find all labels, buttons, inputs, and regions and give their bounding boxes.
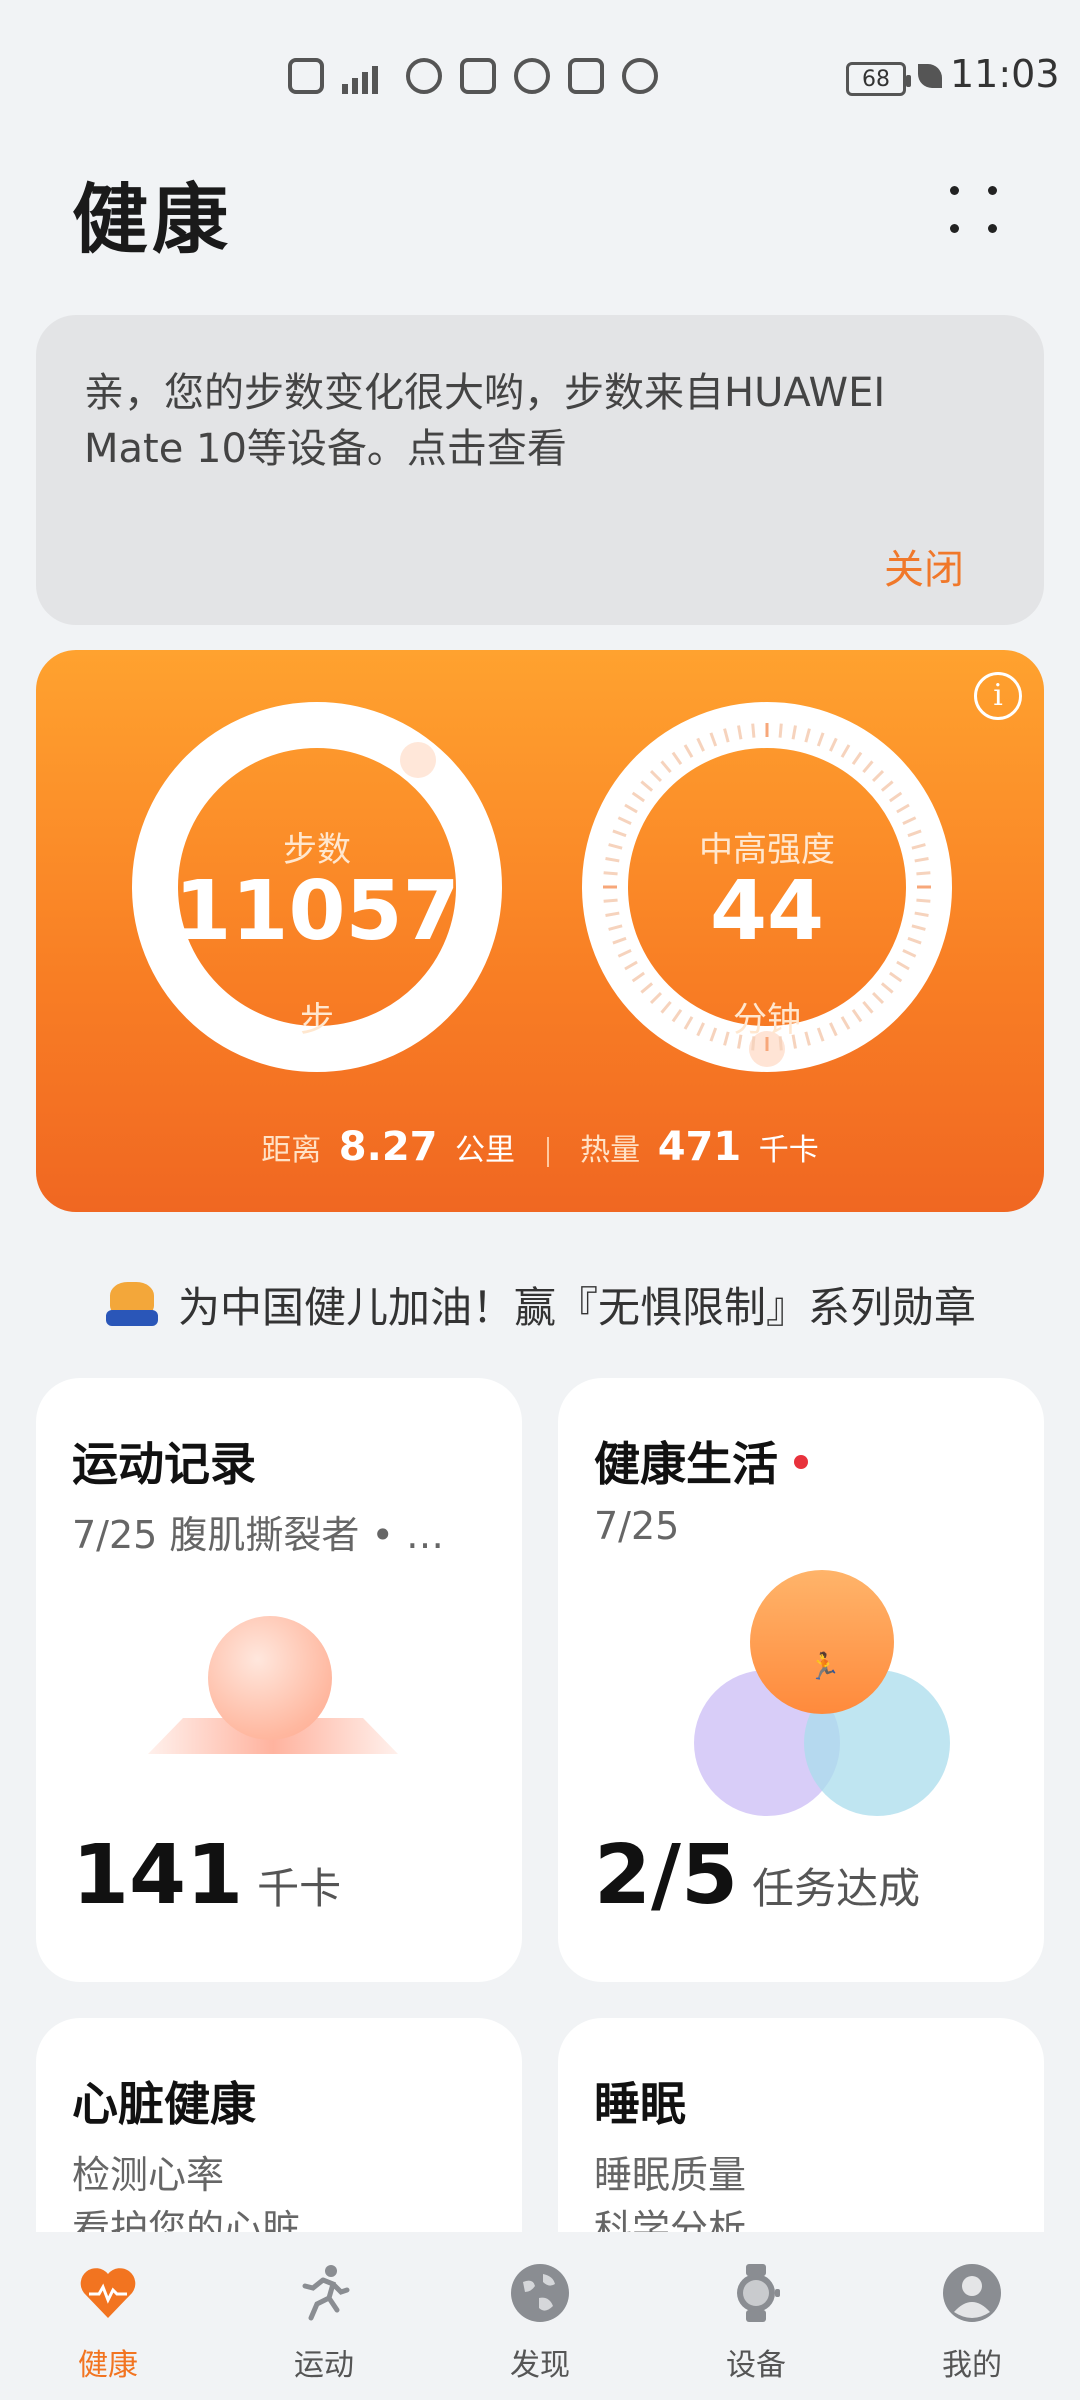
watch-icon [737,2264,780,2322]
healthy-life-subtitle: 7/25 [594,1504,680,1548]
healthy-life-tile[interactable]: 健康生活 7/25 🏃 2/5 任务达成 [558,1378,1044,1982]
bottom-navigation: 健康 运动 发现 设备 我的 [0,2232,1080,2400]
steps-value: 11057 [174,864,460,959]
step-notice-card[interactable]: 亲，您的步数变化很大哟，步数来自HUAWEI Mate 10等设备。点击查看 关… [36,315,1044,625]
healthy-life-title: 健康生活 [594,1428,808,1494]
health-app-screen: 68 11:03 健康 亲，您的步数变化很大哟，步数来自HUAWEI Mate … [0,0,1080,2400]
banner-text: 为中国健儿加油！赢『无惧限制』系列勋章 [177,1282,976,1332]
bank-icon [514,58,550,94]
nav-label-devices: 设备 [726,2348,786,2383]
notice-text: 亲，您的步数变化很大哟，步数来自HUAWEI Mate 10等设备。点击查看 [84,370,886,472]
status-bar: 68 11:03 [0,0,1080,120]
status-icons [288,58,658,94]
steps-ring[interactable]: 步数 11057 步 [132,702,502,1072]
nav-label-exercise: 运动 [294,2348,354,2383]
exercise-record-tile[interactable]: 运动记录 7/25 腹肌撕裂者 • … 141 千卡 [36,1378,522,1982]
healthy-life-progress: 2/5 任务达成 [594,1828,920,1923]
exercise-record-title: 运动记录 [72,1437,256,1491]
hand-icon [568,58,604,94]
distance-label: 距离 [261,1133,322,1168]
power-saving-icon [918,64,942,88]
activity-stats: 距离 8.27 公里 热量 471 千卡 [36,1124,1044,1170]
campaign-banner[interactable]: 为中国健儿加油！赢『无惧限制』系列勋章 [0,1268,1080,1340]
heart-icon [80,2268,136,2318]
nav-item-health[interactable]: 健康 [0,2232,216,2400]
exercise-record-subtitle: 7/25 腹肌撕裂者 • … [72,1513,444,1557]
health-icon [406,58,442,94]
heart-health-line1: 检测心率 [72,2153,225,2197]
exercise-calories-value: 141 [72,1828,244,1923]
alipay-icon [460,58,496,94]
calories-unit: 千卡 [758,1133,819,1168]
exercise-calories: 141 千卡 [72,1828,341,1923]
running-icon [302,2265,350,2321]
nav-label-discover: 发现 [510,2348,570,2383]
page-title: 健康 [72,175,232,264]
battery-level: 68 [862,66,890,92]
intensity-ring-content: 中高强度 44 分钟 [582,702,952,1072]
nav-item-me[interactable]: 我的 [864,2232,1080,2400]
profile-icon [943,2264,1001,2322]
activity-summary-card[interactable]: i 步数 11057 步 中高强度 44 分钟 距离 8.27 公里 热量 47… [36,650,1044,1212]
more-options-icon[interactable] [944,180,1004,240]
steps-ring-content: 步数 11057 步 [132,702,502,1072]
exercise-petal-graphic [750,1570,894,1714]
mascot-icon [104,1278,160,1330]
intensity-ring[interactable]: 中高强度 44 分钟 [582,702,952,1072]
heart-health-title: 心脏健康 [72,2077,256,2131]
signal-5g-icon [342,58,388,94]
notice-close-button[interactable]: 关闭 [884,537,964,595]
steps-unit: 步 [300,1000,334,1040]
healthy-life-progress-unit: 任务达成 [752,1864,921,1913]
new-badge-dot [794,1454,808,1469]
distance-value: 8.27 [338,1124,438,1170]
fitness-ball-graphic [208,1616,332,1740]
info-icon[interactable]: i [974,672,1022,720]
battery-indicator: 68 [846,62,911,96]
sleep-title: 睡眠 [594,2077,686,2131]
sleep-line1: 睡眠质量 [594,2153,747,2197]
nav-item-discover[interactable]: 发现 [432,2232,648,2400]
globe-icon [511,2264,569,2322]
running-icon: 🏃 [808,1652,841,1682]
nav-label-me: 我的 [942,2348,1002,2383]
globe-icon [622,58,658,94]
healthy-life-progress-value: 2/5 [594,1828,739,1923]
intensity-value: 44 [709,864,825,959]
clock: 11:03 [950,52,1060,96]
healthy-life-title-text: 健康生活 [594,1437,778,1491]
stats-divider [546,1136,549,1167]
hd-icon [288,58,324,94]
calories-label: 热量 [580,1133,641,1168]
intensity-unit: 分钟 [733,1000,801,1040]
calories-value: 471 [657,1124,742,1170]
nav-item-devices[interactable]: 设备 [648,2232,864,2400]
distance-unit: 公里 [455,1133,516,1168]
nav-item-exercise[interactable]: 运动 [216,2232,432,2400]
nav-label-health: 健康 [78,2348,138,2383]
exercise-calories-unit: 千卡 [257,1864,342,1913]
